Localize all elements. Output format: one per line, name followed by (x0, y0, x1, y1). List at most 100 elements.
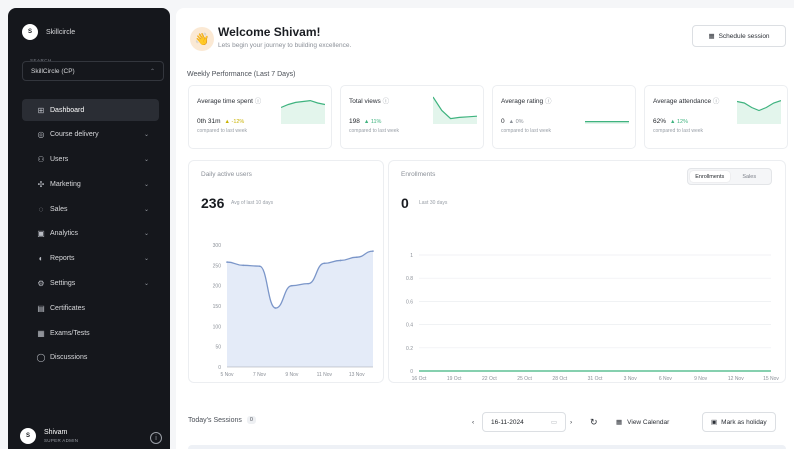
sidebar-item-label: Exams/Tests (50, 329, 90, 337)
x-tick-label: 9 Nov (694, 376, 708, 382)
kpi-change: ▲ 0% (508, 119, 524, 125)
avatar: S (20, 428, 36, 444)
kpi-title: Average attendance ⓘ (653, 98, 720, 105)
sidebar-item-settings[interactable]: ⚙ Settings ⌄ (22, 273, 159, 295)
x-tick-label: 11 Nov (317, 372, 333, 378)
chevron-left-icon: ‹ (472, 418, 475, 426)
sidebar-item-discussions[interactable]: ◯ Discussions (22, 347, 159, 369)
user-profile[interactable]: S Shivam SUPER ADMIN (20, 428, 78, 444)
refresh-button[interactable]: ↻ (590, 412, 598, 432)
y-tick-label: 0.8 (406, 276, 413, 282)
main-content: 👋 Welcome Shivam! Lets begin your journe… (176, 8, 794, 449)
dau-point (258, 265, 261, 267)
chevron-down-icon: ⌄ (143, 206, 149, 213)
chevron-down-icon: ⌄ (143, 281, 149, 288)
enrollments-value: 0 (401, 195, 409, 211)
sidebar-item-label: Reports (50, 255, 75, 263)
marketing-icon: ✣ (37, 179, 45, 189)
sparkline (737, 100, 781, 124)
sidebar-item-marketing[interactable]: ✣ Marketing ⌄ (22, 173, 159, 195)
kpi-sub: compared to last week (197, 128, 248, 134)
kpi-value: 62% ▲ 12% (653, 118, 689, 125)
sparkline (585, 121, 629, 124)
sidebar-item-certificates[interactable]: ▤ Certificates (22, 297, 159, 319)
sparkline (433, 96, 477, 124)
x-tick-label: 12 Nov (728, 376, 744, 382)
wave-icon: 👋 (190, 27, 214, 51)
view-calendar-button[interactable]: ▦ View Calendar (616, 412, 669, 432)
dau-point (291, 284, 293, 287)
y-tick-label: 0.6 (406, 299, 413, 305)
kpi-change: ▲ 11% (363, 119, 382, 125)
mark-holiday-label: Mark as holiday (721, 418, 767, 426)
dau-point (372, 250, 374, 252)
sidebar-nav: ⊞ Dashboard ◎ Course delivery ⌄ ⚇ Users ⌄ ✣ Marke… (22, 99, 159, 372)
sessions-count-badge: 0 (246, 416, 256, 424)
sidebar-item-analytics[interactable]: ▣ Analytics ⌄ (22, 223, 159, 245)
chevron-down-icon: ⌄ (143, 231, 149, 238)
previous-day-button[interactable]: ‹ (472, 412, 474, 432)
y-tick-label: 150 (213, 304, 222, 310)
chevron-down-icon: ⌄ (143, 181, 149, 188)
kpi-card: Average rating ⓘ 0 ▲ 0% compared to last we… (492, 85, 636, 149)
y-tick-label: 50 (215, 345, 221, 351)
view-calendar-label: View Calendar (627, 418, 670, 426)
mark-holiday-button[interactable]: ▣ Mark as holiday (702, 412, 776, 432)
brand-name: Skillcircle (46, 28, 76, 36)
calendar-icon: ▦ (616, 419, 623, 426)
y-tick-label: 0.4 (406, 323, 413, 329)
date-input[interactable]: 16-11-2024 ▭ (482, 412, 566, 432)
kpi-sub: compared to last week (349, 128, 400, 134)
sidebar-item-course-delivery[interactable]: ◎ Course delivery ⌄ (22, 124, 159, 146)
brand[interactable]: S Skillcircle (22, 24, 75, 40)
sidebar-item-reports[interactable]: ◐ Reports ⌄ (22, 248, 159, 270)
todays-sessions-heading: Today's Sessions 0 (188, 416, 256, 424)
enrollments-title: Enrollments (401, 171, 436, 178)
sidebar-item-dashboard[interactable]: ⊞ Dashboard (22, 99, 159, 121)
chevron-down-icon: ⌄ (143, 256, 149, 263)
users-icon: ⚇ (37, 155, 45, 165)
org-switch-select[interactable]: SkillCircle (CP) ⌃ (22, 61, 164, 81)
info-icon: ⓘ (254, 98, 262, 105)
y-tick-label: 0 (218, 365, 221, 371)
sparkline-area (433, 97, 477, 124)
x-tick-label: 3 Nov (624, 376, 638, 382)
sidebar-item-sales[interactable]: ◌ Sales ⌄ (22, 198, 159, 220)
page-title: Welcome Shivam! (218, 25, 321, 39)
x-tick-label: 16 Oct (412, 376, 427, 382)
y-tick-label: 250 (213, 263, 222, 269)
sidebar-item-label: Course delivery (50, 131, 99, 139)
tab-sales[interactable]: Sales (730, 171, 770, 182)
kpi-card: Average attendance ⓘ 62% ▲ 12% compared to … (644, 85, 788, 149)
info-icon[interactable]: i (150, 432, 162, 444)
dau-point (323, 262, 326, 265)
todays-sessions-label: Today's Sessions (188, 416, 242, 424)
daily-active-users-sub: Avg of last 10 days (231, 200, 274, 206)
x-tick-label: 7 Nov (253, 372, 267, 378)
dau-point (307, 282, 309, 285)
sidebar-item-users[interactable]: ⚇ Users ⌄ (22, 149, 159, 171)
page-subtitle: Lets begin your journey to building exce… (218, 42, 352, 49)
next-day-button[interactable]: › (570, 412, 572, 432)
certificate-icon: ▤ (37, 303, 45, 313)
info-icon: ⓘ (544, 98, 552, 105)
sidebar-item-label: Discussions (50, 354, 88, 362)
kpi-title: Total views ⓘ (349, 98, 390, 105)
kpi-sub: compared to last week (653, 128, 704, 134)
sidebar-item-exams-tests[interactable]: ▦ Exams/Tests (22, 322, 159, 344)
x-tick-label: 13 Nov (349, 372, 365, 378)
settings-icon: ⚙ (37, 279, 45, 289)
sparkline (281, 99, 325, 124)
x-tick-label: 5 Nov (220, 372, 234, 378)
enrollments-sales-toggle[interactable]: Enrollments Sales (687, 168, 772, 185)
chevron-down-icon: ⌄ (143, 157, 149, 164)
tab-enrollments[interactable]: Enrollments (690, 171, 730, 182)
kpi-title: Average time spent ⓘ (197, 98, 262, 105)
schedule-session-button[interactable]: ▦ Schedule session (692, 25, 786, 47)
sidebar-item-label: Users (50, 156, 69, 164)
y-tick-label: 0 (410, 369, 413, 375)
y-tick-label: 100 (213, 324, 222, 330)
date-value: 16-11-2024 (491, 418, 524, 426)
x-tick-label: 9 Nov (285, 372, 299, 378)
dau-point (226, 261, 228, 263)
